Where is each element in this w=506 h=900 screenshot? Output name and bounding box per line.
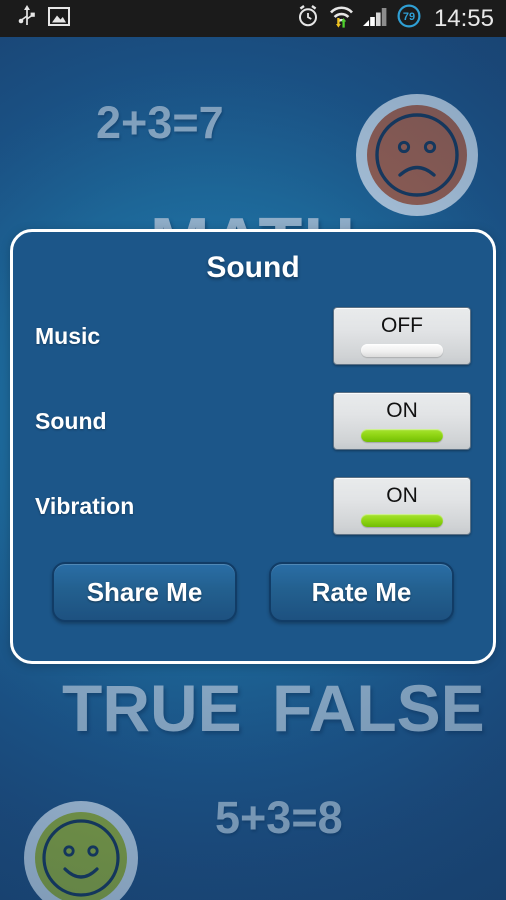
signal-bars-icon [362, 5, 388, 32]
sound-toggle-state: ON [386, 399, 418, 422]
wifi-transfer-icon [329, 5, 354, 33]
music-toggle[interactable]: OFF [333, 307, 471, 365]
vibration-toggle-state: ON [386, 484, 418, 507]
sad-face-icon [356, 94, 478, 216]
alarm-clock-icon [296, 4, 320, 33]
sound-toggle[interactable]: ON [333, 392, 471, 450]
happy-face-icon [24, 801, 138, 900]
sound-settings-dialog: Sound Music OFF Sound ON Vibration ON Sh… [10, 229, 496, 664]
dialog-button-row: Share Me Rate Me [13, 562, 493, 622]
equation-top: 2+3=7 [96, 97, 224, 148]
equation-bottom: 5+3=8 [215, 792, 343, 843]
settings-row-vibration: Vibration ON [13, 476, 493, 536]
answer-false-button[interactable]: FALSE [272, 675, 485, 741]
row-label-vibration: Vibration [35, 492, 135, 519]
settings-row-sound: Sound ON [13, 391, 493, 451]
vibration-toggle[interactable]: ON [333, 477, 471, 535]
battery-percent-badge: 79 [397, 4, 421, 33]
battery-level-text: 79 [403, 11, 415, 23]
phone-screen: 79 14:55 2+3=7 MATH TRUE FALSE 5+3=8 [0, 0, 506, 900]
music-toggle-state: OFF [381, 314, 423, 337]
settings-row-music: Music OFF [13, 306, 493, 366]
row-label-sound: Sound [35, 407, 107, 434]
music-toggle-indicator [361, 344, 443, 357]
usb-icon [18, 5, 36, 32]
screenshot-image-icon [48, 6, 70, 31]
answer-true-button[interactable]: TRUE [62, 675, 242, 741]
sound-toggle-indicator [361, 429, 443, 442]
status-bar-left-icons [0, 5, 70, 32]
status-bar-clock: 14:55 [433, 4, 494, 32]
android-status-bar: 79 14:55 [0, 0, 506, 37]
share-me-button[interactable]: Share Me [52, 562, 237, 622]
rate-me-button[interactable]: Rate Me [269, 562, 454, 622]
dialog-title: Sound [206, 251, 300, 284]
status-bar-right-icons: 79 14:55 [296, 4, 506, 33]
row-label-music: Music [35, 322, 101, 349]
vibration-toggle-indicator [361, 514, 443, 527]
